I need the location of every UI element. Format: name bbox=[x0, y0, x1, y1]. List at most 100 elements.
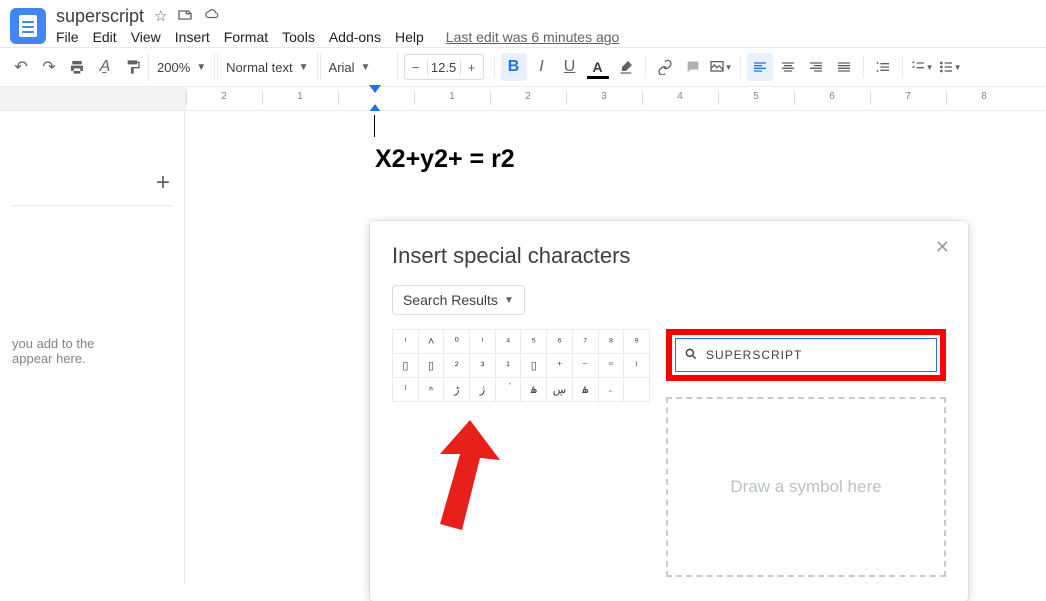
titlebar: superscript ☆ File Edit View Insert Form… bbox=[0, 0, 1046, 47]
cloud-saved-icon[interactable] bbox=[203, 7, 221, 27]
bold-button[interactable]: B bbox=[501, 53, 527, 81]
search-input[interactable] bbox=[704, 347, 928, 363]
italic-button[interactable]: I bbox=[529, 53, 555, 81]
toolbar: ↶ ↷ A̱ 200% ▼ Normal text ▼ Arial ▼ − 12… bbox=[0, 47, 1046, 87]
char-cell[interactable]: ⁽ bbox=[624, 354, 650, 378]
char-cell[interactable]: ⁴ bbox=[495, 330, 521, 354]
search-box[interactable] bbox=[675, 338, 937, 372]
chevron-down-icon: ▼ bbox=[504, 295, 514, 306]
menu-addons[interactable]: Add-ons bbox=[329, 29, 381, 45]
document-content[interactable]: X2+y2+ = r2 bbox=[185, 111, 1046, 174]
move-icon[interactable] bbox=[177, 7, 193, 27]
filter-label: Search Results bbox=[403, 292, 498, 308]
font-size-stepper[interactable]: − 12.5 + bbox=[404, 54, 484, 80]
align-left-button[interactable] bbox=[747, 53, 773, 81]
char-cell[interactable]: ¹ bbox=[495, 354, 521, 378]
undo-button[interactable]: ↶ bbox=[8, 53, 34, 81]
draw-hint: Draw a symbol here bbox=[730, 477, 881, 497]
redo-button[interactable]: ↷ bbox=[36, 53, 62, 81]
menu-edit[interactable]: Edit bbox=[93, 29, 117, 45]
ruler[interactable]: 2112345678 bbox=[0, 87, 1046, 111]
align-justify-button[interactable] bbox=[831, 53, 857, 81]
indent-marker-top[interactable] bbox=[369, 85, 381, 93]
char-cell[interactable]: ⁸ bbox=[598, 330, 624, 354]
close-icon[interactable]: ✕ bbox=[935, 237, 950, 258]
char-cell[interactable]: ⁶ bbox=[547, 330, 573, 354]
star-icon[interactable]: ☆ bbox=[154, 7, 167, 27]
ruler-tick: 5 bbox=[718, 91, 794, 105]
draw-area[interactable]: Draw a symbol here bbox=[666, 397, 946, 577]
menu-format[interactable]: Format bbox=[224, 29, 268, 45]
highlight-button[interactable] bbox=[613, 53, 639, 81]
zoom-select[interactable]: 200% ▼ bbox=[148, 53, 215, 81]
doc-meta: superscript ☆ File Edit View Insert Form… bbox=[56, 6, 619, 45]
char-cell[interactable]: ▯ bbox=[418, 354, 444, 378]
char-cell[interactable]: ² bbox=[444, 354, 470, 378]
category-filter[interactable]: Search Results ▼ bbox=[392, 285, 525, 315]
menu-insert[interactable]: Insert bbox=[175, 29, 210, 45]
style-select[interactable]: Normal text ▼ bbox=[217, 53, 317, 81]
doc-line-1[interactable]: X2+y2+ = r2 bbox=[375, 145, 515, 173]
char-cell[interactable]: ▯ bbox=[521, 354, 547, 378]
ruler-tick: 3 bbox=[566, 91, 642, 105]
char-cell[interactable]: ۦ bbox=[598, 378, 624, 402]
last-edit-link[interactable]: Last edit was 6 minutes ago bbox=[446, 29, 620, 45]
char-cell[interactable]: ⁱ bbox=[393, 330, 419, 354]
doc-title[interactable]: superscript bbox=[56, 6, 144, 27]
font-select[interactable]: Arial ▼ bbox=[320, 53, 398, 81]
char-grid-wrap: ⁱ˄⁰ⁱ⁴⁵⁶⁷⁸⁹▯▯²³¹▯⁺⁻⁼⁽⁾ⁿڑژؙۿڛۿۦ bbox=[392, 329, 650, 577]
char-cell[interactable]: ۿ bbox=[521, 378, 547, 402]
char-grid[interactable]: ⁱ˄⁰ⁱ⁴⁵⁶⁷⁸⁹▯▯²³¹▯⁺⁻⁼⁽⁾ⁿڑژؙۿڛۿۦ bbox=[392, 329, 650, 402]
spellcheck-button[interactable]: A̱ bbox=[92, 53, 118, 81]
align-center-button[interactable] bbox=[775, 53, 801, 81]
add-outline-button[interactable]: + bbox=[156, 169, 170, 197]
ruler-tick bbox=[338, 91, 414, 105]
font-size-value[interactable]: 12.5 bbox=[427, 60, 461, 75]
char-cell[interactable]: ⁰ bbox=[444, 330, 470, 354]
bulleted-list-button[interactable]: ▼ bbox=[937, 53, 963, 81]
char-cell[interactable]: ▯ bbox=[393, 354, 419, 378]
print-button[interactable] bbox=[64, 53, 90, 81]
comment-button[interactable] bbox=[680, 53, 706, 81]
char-cell[interactable]: ⁵ bbox=[521, 330, 547, 354]
char-cell[interactable]: ۿ bbox=[572, 378, 598, 402]
font-size-dec[interactable]: − bbox=[405, 60, 427, 75]
char-cell[interactable]: ژ bbox=[470, 378, 496, 402]
char-cell[interactable]: ⁼ bbox=[598, 354, 624, 378]
char-cell[interactable]: ڛ bbox=[547, 378, 573, 402]
underline-button[interactable]: U bbox=[557, 53, 583, 81]
char-cell[interactable]: ⁱ bbox=[470, 330, 496, 354]
font-size-inc[interactable]: + bbox=[461, 60, 483, 75]
docs-logo-glyph bbox=[19, 15, 37, 37]
paint-format-button[interactable] bbox=[120, 53, 146, 81]
char-cell[interactable]: ⁺ bbox=[547, 354, 573, 378]
char-cell[interactable]: ؙ bbox=[495, 378, 521, 402]
char-cell[interactable]: ⁿ bbox=[418, 378, 444, 402]
font-value: Arial bbox=[329, 60, 355, 75]
text-color-button[interactable]: A bbox=[585, 53, 611, 81]
checklist-button[interactable]: ▼ bbox=[909, 53, 935, 81]
char-cell[interactable] bbox=[624, 378, 650, 402]
char-cell[interactable]: ˄ bbox=[418, 330, 444, 354]
style-value: Normal text bbox=[226, 60, 292, 75]
link-button[interactable] bbox=[652, 53, 678, 81]
ruler-tick: 4 bbox=[642, 91, 718, 105]
line-spacing-button[interactable] bbox=[870, 53, 896, 81]
menu-view[interactable]: View bbox=[131, 29, 161, 45]
dialog-title: Insert special characters bbox=[392, 243, 946, 269]
char-cell[interactable]: ⁻ bbox=[572, 354, 598, 378]
menu-file[interactable]: File bbox=[56, 29, 79, 45]
image-button[interactable]: ▼ bbox=[708, 53, 734, 81]
ruler-tick: 2 bbox=[490, 91, 566, 105]
char-cell[interactable]: ⁾ bbox=[393, 378, 419, 402]
char-cell[interactable]: ³ bbox=[470, 354, 496, 378]
menu-tools[interactable]: Tools bbox=[282, 29, 315, 45]
text-cursor bbox=[374, 115, 375, 137]
align-right-button[interactable] bbox=[803, 53, 829, 81]
docs-logo[interactable] bbox=[10, 8, 46, 44]
char-cell[interactable]: ڑ bbox=[444, 378, 470, 402]
ruler-tick: 1 bbox=[262, 91, 338, 105]
char-cell[interactable]: ⁷ bbox=[572, 330, 598, 354]
char-cell[interactable]: ⁹ bbox=[624, 330, 650, 354]
menu-help[interactable]: Help bbox=[395, 29, 424, 45]
